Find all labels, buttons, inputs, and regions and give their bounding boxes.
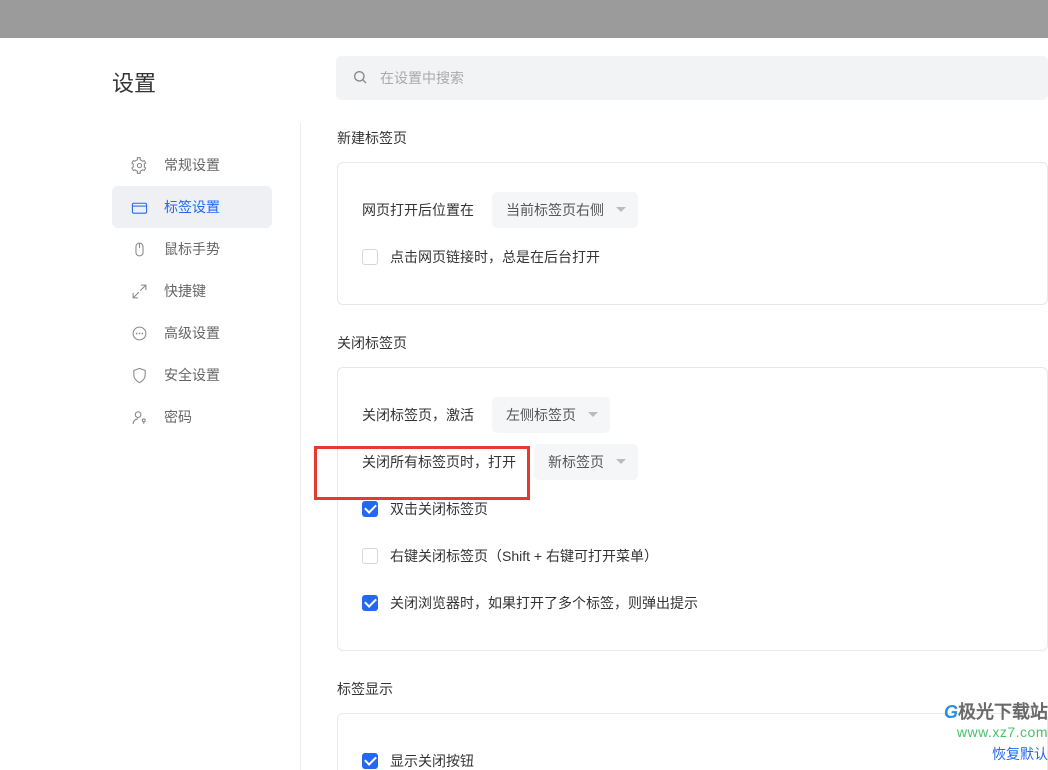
search-input[interactable]	[380, 70, 1048, 86]
warn-on-exit-checkbox[interactable]	[362, 595, 378, 611]
sidebar-item-label: 密码	[164, 407, 192, 427]
mouse-icon	[130, 240, 148, 258]
show-close-btn-label: 显示关闭按钮	[390, 751, 474, 770]
sidebar-item-mouse-gestures[interactable]: 鼠标手势	[112, 228, 272, 270]
user-key-icon	[130, 408, 148, 426]
watermark-area: G极光下载站 www.xz7.com 恢复默认	[944, 698, 1048, 764]
section-new-tab: 网页打开后位置在 当前标签页右侧 点击网页链接时，总是在后台打开	[337, 162, 1048, 305]
sidebar-item-label: 标签设置	[164, 197, 220, 217]
sidebar-item-advanced[interactable]: 高级设置	[112, 312, 272, 354]
sidebar: 常规设置 标签设置 鼠标手势 快捷键	[0, 144, 300, 438]
expand-icon	[130, 282, 148, 300]
dblclick-close-checkbox[interactable]	[362, 501, 378, 517]
rightclick-close-checkbox[interactable]	[362, 548, 378, 564]
activate-after-close-select[interactable]: 左侧标签页	[492, 397, 610, 433]
gear-icon	[130, 156, 148, 174]
close-all-open-label: 关闭所有标签页时，打开	[362, 452, 516, 472]
section-title-tab-display: 标签显示	[337, 679, 1048, 699]
sidebar-item-label: 安全设置	[164, 365, 220, 385]
sidebar-item-label: 快捷键	[164, 281, 206, 301]
section-close-tab: 关闭标签页，激活 左侧标签页 关闭所有标签页时，打开 新标签页 双击关闭标签页 …	[337, 367, 1048, 651]
close-all-open-select[interactable]: 新标签页	[534, 444, 638, 480]
right-column: 新建标签页 网页打开后位置在 当前标签页右侧 点击网页链接时，总是在后台打开 关…	[300, 38, 1048, 770]
sidebar-item-shortcuts[interactable]: 快捷键	[112, 270, 272, 312]
activate-after-close-label: 关闭标签页，激活	[362, 405, 474, 425]
rightclick-close-label: 右键关闭标签页（Shift + 右键可打开菜单）	[390, 546, 658, 566]
warn-on-exit-label: 关闭浏览器时，如果打开了多个标签，则弹出提示	[390, 593, 698, 613]
search-box[interactable]	[336, 56, 1048, 100]
sidebar-item-label: 常规设置	[164, 155, 220, 175]
more-icon	[130, 324, 148, 342]
section-title-close-tab: 关闭标签页	[337, 333, 1048, 353]
settings-content: 新建标签页 网页打开后位置在 当前标签页右侧 点击网页链接时，总是在后台打开 关…	[300, 122, 1048, 770]
tab-icon	[130, 198, 148, 216]
sidebar-item-tabs[interactable]: 标签设置	[112, 186, 272, 228]
reset-default-link[interactable]: 恢复默认	[944, 744, 1048, 764]
sidebar-item-security[interactable]: 安全设置	[112, 354, 272, 396]
sidebar-item-label: 鼠标手势	[164, 239, 220, 259]
open-position-label: 网页打开后位置在	[362, 200, 474, 220]
watermark-url: www.xz7.com	[944, 724, 1048, 740]
section-title-new-tab: 新建标签页	[337, 128, 1048, 148]
always-background-label: 点击网页链接时，总是在后台打开	[390, 247, 600, 267]
dblclick-close-label: 双击关闭标签页	[390, 499, 488, 519]
sidebar-item-passwords[interactable]: 密码	[112, 396, 272, 438]
search-icon	[352, 69, 368, 88]
sidebar-item-general[interactable]: 常规设置	[112, 144, 272, 186]
always-background-checkbox[interactable]	[362, 249, 378, 265]
page-title: 设置	[0, 66, 300, 144]
open-position-select[interactable]: 当前标签页右侧	[492, 192, 638, 228]
left-column: 设置 常规设置 标签设置 鼠标手势	[0, 38, 300, 770]
window-chrome-bar	[0, 0, 1048, 38]
shield-icon	[130, 366, 148, 384]
show-close-btn-checkbox[interactable]	[362, 753, 378, 769]
section-tab-display: 显示关闭按钮 自定义标签最大宽度 px （请输入50～500的整数）	[337, 713, 1048, 770]
sidebar-item-label: 高级设置	[164, 323, 220, 343]
watermark-logo: G极光下载站	[944, 698, 1048, 724]
